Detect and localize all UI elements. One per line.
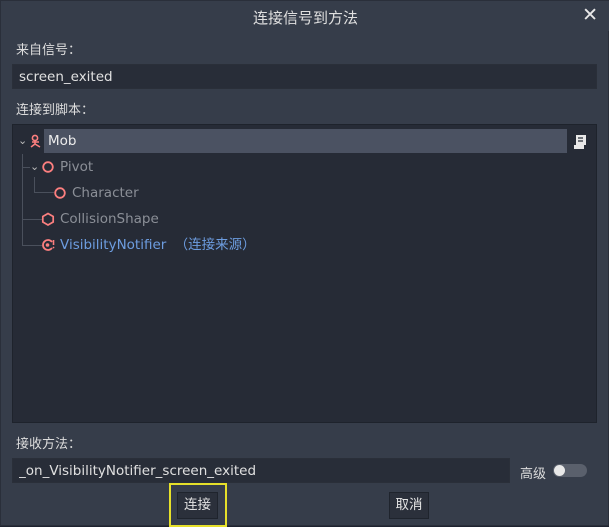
- dialog-title: 连接信号到方法: [252, 9, 358, 27]
- tree-line: [22, 245, 42, 246]
- chevron-down-icon[interactable]: ⌄: [30, 160, 39, 173]
- tree-item-label: VisibilityNotifier: [60, 237, 167, 253]
- connect-signal-dialog: 连接信号到方法 ✕ 来自信号： 连接到脚本： Mob ⌄ ⌄ P: [0, 0, 609, 527]
- method-field[interactable]: [12, 458, 510, 483]
- tree-item-label: Pivot: [60, 159, 94, 175]
- connection-source-label: （连接来源）: [174, 237, 256, 253]
- method-label: 接收方法：: [16, 437, 82, 452]
- chevron-down-icon[interactable]: ⌄: [18, 134, 27, 147]
- script-icon[interactable]: [571, 133, 589, 151]
- tree-item-pivot[interactable]: Pivot: [60, 155, 93, 179]
- close-icon[interactable]: ✕: [582, 4, 598, 26]
- tree-item-visibility-notifier[interactable]: VisibilityNotifier （连接来源）: [60, 233, 256, 257]
- signal-field[interactable]: [12, 64, 597, 89]
- tree-line: [34, 192, 54, 193]
- visibility-notifier-icon: [42, 239, 55, 251]
- cancel-button[interactable]: 取消: [389, 492, 429, 519]
- tree-line: [22, 219, 42, 220]
- signal-label: 来自信号：: [16, 43, 82, 58]
- tree-item-label: CollisionShape: [60, 211, 159, 227]
- collision-shape-icon: [41, 212, 55, 226]
- tree-line: [22, 167, 30, 168]
- tree-line: [34, 177, 35, 193]
- tree-item-label: Character: [72, 185, 139, 201]
- tree-item-label: Mob: [48, 133, 77, 149]
- node2d-icon: [54, 187, 66, 199]
- tree-item-character[interactable]: Character: [72, 181, 139, 205]
- advanced-toggle[interactable]: [553, 464, 587, 477]
- script-label: 连接到脚本：: [16, 103, 95, 118]
- toggle-knob: [554, 465, 565, 476]
- advanced-label: 高级: [520, 467, 547, 482]
- tree-item-collision-shape[interactable]: CollisionShape: [60, 207, 159, 231]
- tree-item-mob[interactable]: Mob: [44, 129, 567, 153]
- node2d-icon: [42, 161, 54, 173]
- scene-tree[interactable]: Mob ⌄ ⌄ Pivot Character CollisionShape V…: [12, 124, 597, 423]
- focus-highlight-box: [169, 483, 227, 527]
- title-bar: 连接信号到方法 ✕: [1, 1, 609, 31]
- rigidbody-icon: [30, 134, 41, 148]
